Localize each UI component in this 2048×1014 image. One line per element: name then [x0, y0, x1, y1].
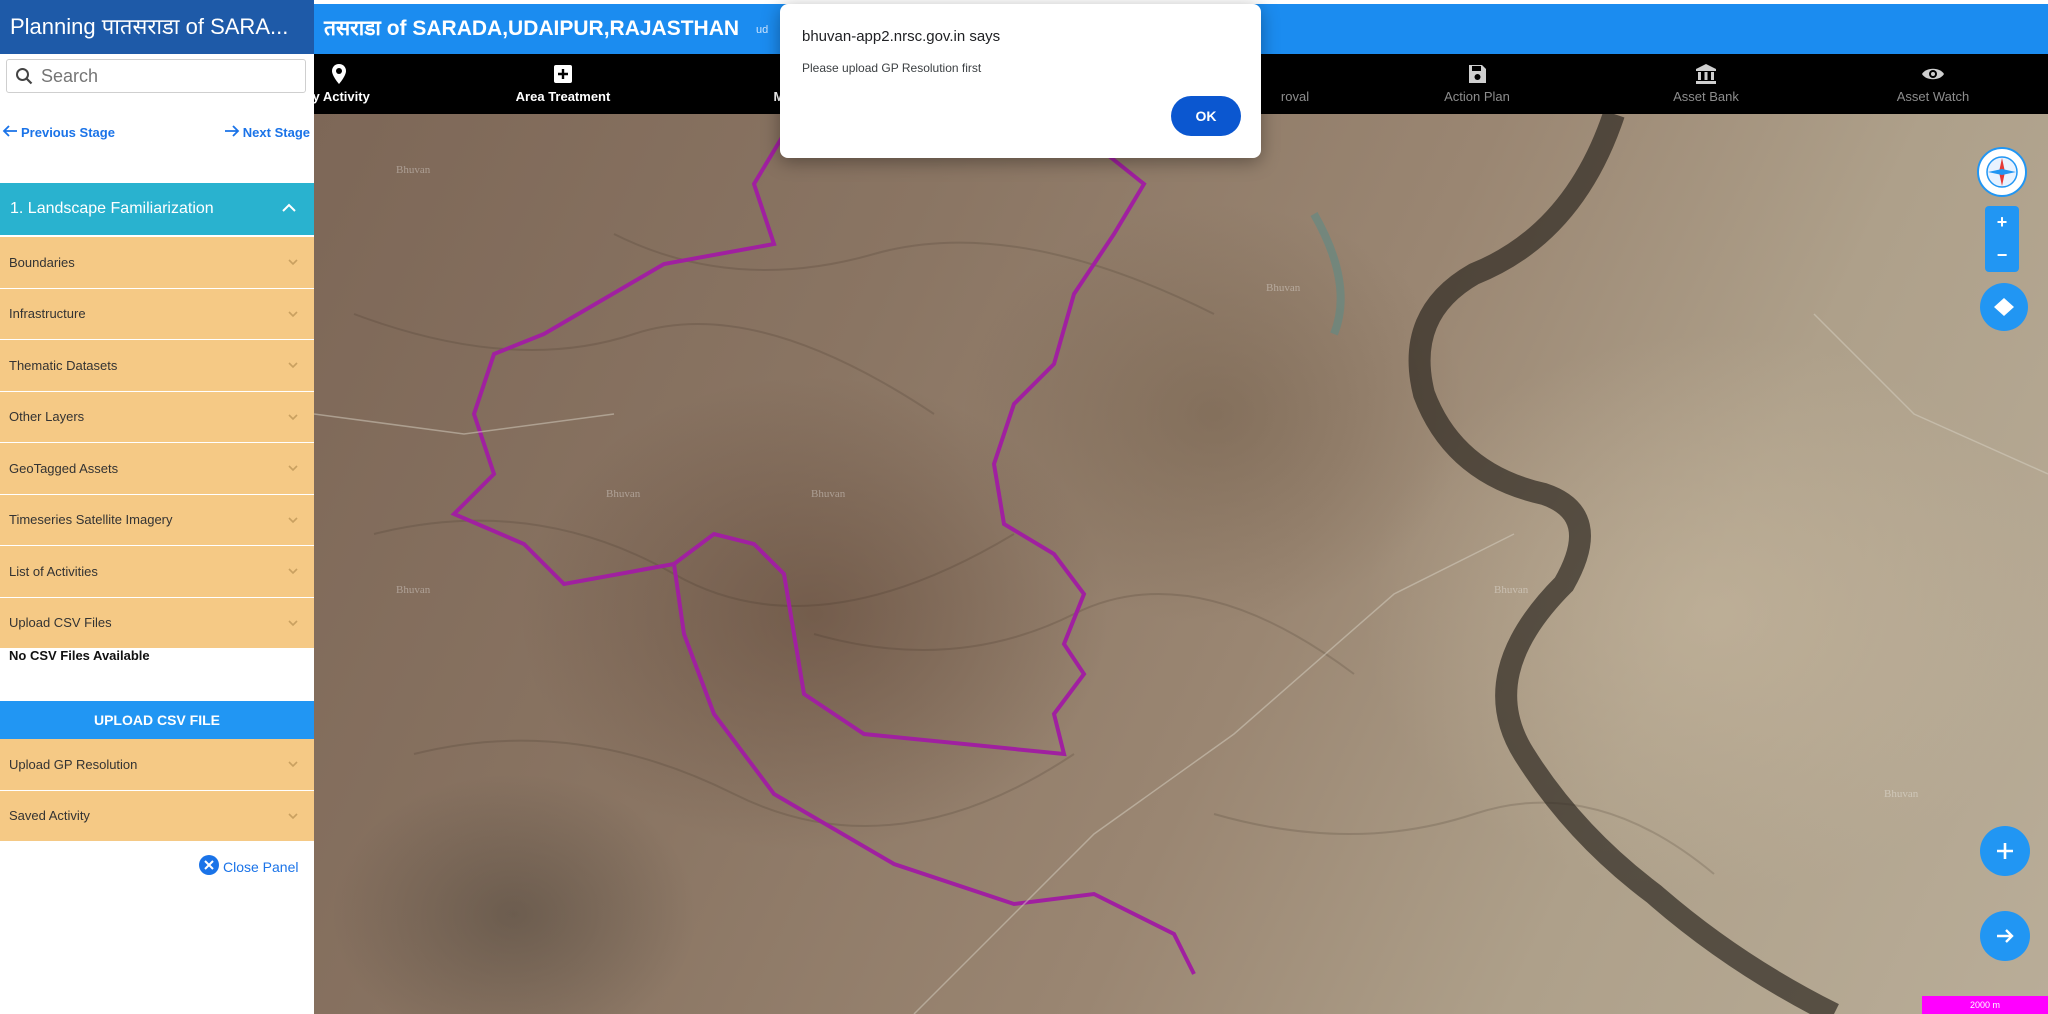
stream [1310, 212, 1345, 336]
toolbar-activity[interactable]: ty Activity [264, 54, 414, 114]
bank-icon [1694, 62, 1718, 86]
page-subtitle: ud [756, 24, 769, 36]
accordion-label: GeoTagged Assets [9, 460, 119, 476]
layer-accordion: Boundaries Infrastructure Thematic Datas… [0, 237, 314, 649]
search-field[interactable] [6, 59, 306, 93]
lower-accordion: Upload GP Resolution Saved Activity [0, 739, 314, 842]
accordion-item-thematic-datasets[interactable]: Thematic Datasets [0, 340, 314, 392]
zoom-control: + − [1985, 206, 2019, 272]
upload-csv-button[interactable]: UPLOAD CSV FILE [0, 701, 314, 739]
next-stage-label: Next Stage [242, 125, 310, 140]
toolbar-label: Asset Watch [1896, 89, 1970, 104]
close-circle-icon [198, 854, 220, 879]
next-stage-link[interactable]: Next Stage [224, 124, 310, 141]
accordion-item-other-layers[interactable]: Other Layers [0, 391, 314, 443]
accordion-label: Infrastructure [9, 306, 86, 322]
toolbar-action-plan[interactable]: Action Plan [1402, 54, 1552, 114]
chevron-down-icon [286, 358, 300, 372]
accordion-item-saved-activity[interactable]: Saved Activity [0, 790, 314, 842]
toolbar-area-treatment[interactable]: Area Treatment [488, 54, 638, 114]
map-watermark: Bhuvan [396, 164, 431, 176]
save-icon [1465, 62, 1489, 86]
accordion-item-timeseries-imagery[interactable]: Timeseries Satellite Imagery [0, 494, 314, 546]
map-watermark: Bhuvan [1266, 282, 1301, 294]
zoom-in-icon[interactable]: + [1985, 206, 2019, 239]
accordion-label: Boundaries [9, 254, 75, 270]
search-icon [7, 60, 41, 92]
stage-navigation: Previous Stage Next Stage [0, 124, 314, 146]
chevron-down-icon [286, 255, 300, 269]
river [1408, 114, 1839, 1014]
left-panel: Planning पातसराडा of SARA... Previous St… [0, 0, 314, 1014]
chevron-down-icon [286, 564, 300, 578]
accordion-item-list-of-activities[interactable]: List of Activities [0, 546, 314, 598]
accordion-item-boundaries[interactable]: Boundaries [0, 237, 314, 289]
alert-dialog: bhuvan-app2.nrsc.gov.in says Please uplo… [780, 4, 1261, 158]
check-icon [1283, 62, 1307, 86]
toolbar-asset-watch[interactable]: Asset Watch [1858, 54, 2008, 114]
arrow-right-icon [224, 124, 240, 141]
accordion-item-upload-gp-resolution[interactable]: Upload GP Resolution [0, 739, 314, 791]
accordion-label: Other Layers [9, 409, 85, 425]
accordion-label: Upload CSV Files [9, 615, 112, 631]
map-watermark: Bhuvan [396, 584, 431, 596]
accordion-label: Upload GP Resolution [9, 756, 138, 772]
add-icon[interactable] [1980, 826, 2030, 876]
chevron-down-icon [286, 809, 300, 823]
toolbar-label: Asset Bank [1673, 89, 1739, 104]
app-root: Bhuvan Bhuvan Bhuvan Bhuvan Bhuvan Bhuva… [0, 0, 2048, 1014]
layers-icon[interactable] [1980, 283, 2028, 331]
plus-square-icon [551, 62, 575, 86]
accordion-item-infrastructure[interactable]: Infrastructure [0, 288, 314, 340]
accordion-item-upload-csv[interactable]: Upload CSV Files [0, 597, 314, 649]
arrow-right-icon[interactable] [1980, 911, 2030, 961]
arrow-left-icon [2, 124, 18, 141]
chevron-down-icon [286, 513, 300, 527]
chevron-down-icon [286, 307, 300, 321]
dialog-message: Please upload GP Resolution first [802, 61, 982, 75]
eye-icon [1921, 62, 1945, 86]
close-panel-label: Close Panel [223, 858, 299, 875]
toolbar-asset-bank[interactable]: Asset Bank [1631, 54, 1781, 114]
chevron-down-icon [286, 461, 300, 475]
map-watermark: Bhuvan [811, 488, 846, 500]
page-title: तसराडा of SARADA,UDAIPUR,RAJASTHAN [324, 17, 740, 40]
landscape-familiarization-header[interactable]: 1. Landscape Familiarization [0, 183, 314, 235]
ok-button[interactable]: OK [1171, 96, 1241, 136]
section-title: 1. Landscape Familiarization [10, 200, 214, 217]
toolbar-label: Area Treatment [515, 89, 611, 104]
accordion-label: Thematic Datasets [9, 357, 118, 373]
map-pin-icon [327, 62, 351, 86]
map-watermark: Bhuvan [606, 488, 641, 500]
boundary-overlay [314, 114, 2048, 1014]
zoom-out-icon[interactable]: − [1985, 239, 2019, 272]
search-input[interactable] [41, 65, 291, 87]
accordion-item-geotagged-assets[interactable]: GeoTagged Assets [0, 443, 314, 495]
chevron-down-icon [286, 616, 300, 630]
previous-stage-label: Previous Stage [21, 125, 115, 140]
toolbar-label: Action Plan [1444, 89, 1510, 104]
close-panel-link[interactable]: Close Panel [198, 854, 299, 879]
no-csv-message: No CSV Files Available [9, 648, 150, 663]
chevron-up-icon [278, 197, 300, 219]
chevron-down-icon [286, 757, 300, 771]
terrain-texture [353, 233, 1715, 875]
previous-stage-link[interactable]: Previous Stage [2, 124, 115, 141]
accordion-label: List of Activities [9, 563, 98, 579]
dialog-title: bhuvan-app2.nrsc.gov.in says [802, 28, 1001, 45]
road-lines [314, 313, 2048, 1014]
chevron-down-icon [286, 410, 300, 424]
panel-title: Planning पातसराडा of SARA... [0, 0, 314, 54]
map-watermark: Bhuvan [1494, 584, 1529, 596]
accordion-label: Saved Activity [9, 808, 90, 824]
compass-icon[interactable] [1977, 147, 2027, 197]
scale-bar: 2000 m [1922, 996, 2048, 1014]
map-watermark: Bhuvan [1884, 788, 1919, 800]
satellite-map[interactable]: Bhuvan Bhuvan Bhuvan Bhuvan Bhuvan Bhuva… [314, 114, 2048, 1014]
toolbar-label: ty Activity [308, 89, 370, 104]
accordion-label: Timeseries Satellite Imagery [9, 512, 173, 528]
